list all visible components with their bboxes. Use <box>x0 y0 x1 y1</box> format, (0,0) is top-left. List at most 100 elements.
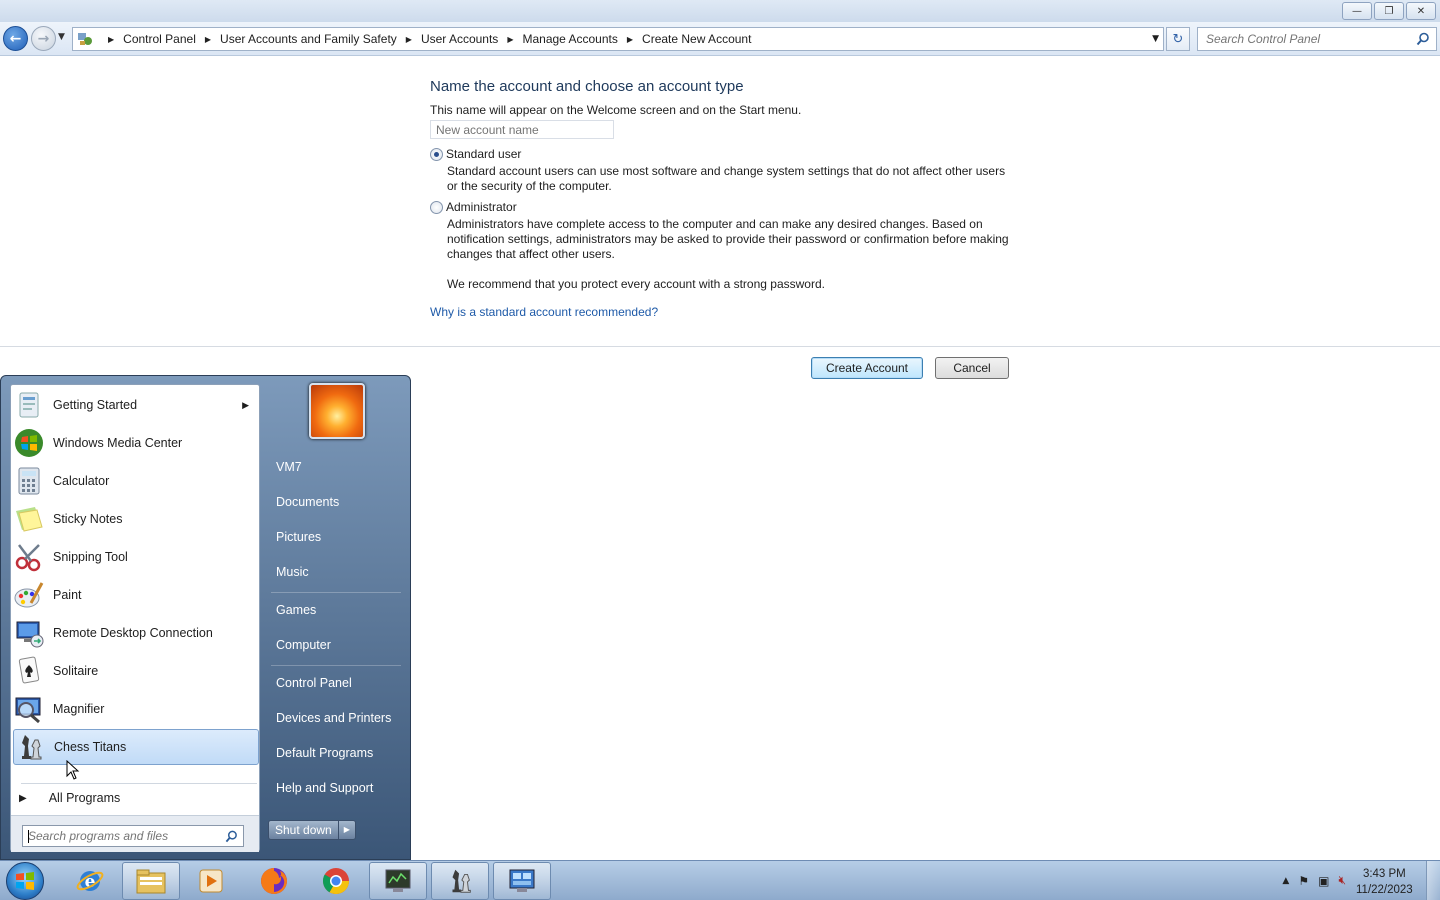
account-name-input[interactable] <box>430 120 614 139</box>
taskbar: e ▲ ⚑ ▣ 🔇︎ 3:43 PM 11/22/2023 <box>0 860 1440 900</box>
program-calculator[interactable]: Calculator <box>13 463 259 499</box>
program-getting-started[interactable]: Getting Started ▶ <box>13 387 259 423</box>
volume-muted-icon[interactable]: 🔇︎ <box>1338 873 1346 888</box>
program-snipping-tool[interactable]: Snipping Tool <box>13 539 259 575</box>
start-search-box[interactable] <box>22 825 244 847</box>
close-button[interactable]: ✕ <box>1406 2 1436 20</box>
taskbar-internet-explorer[interactable]: e <box>61 862 119 900</box>
breadcrumb-control-panel[interactable]: Control Panel <box>123 32 196 46</box>
places-music[interactable]: Music <box>276 565 309 579</box>
breadcrumb-create-new-account[interactable]: Create New Account <box>642 32 751 46</box>
program-paint[interactable]: Paint <box>13 577 259 613</box>
calculator-icon <box>18 467 40 495</box>
administrator-radio[interactable] <box>430 200 443 214</box>
breadcrumb-separator[interactable]: ▶ <box>406 35 412 44</box>
solitaire-icon <box>18 656 40 684</box>
minimize-button[interactable]: — <box>1342 2 1372 20</box>
folder-icon <box>136 869 166 894</box>
forward-button[interactable]: → <box>31 26 56 51</box>
breadcrumb-user-accounts[interactable]: User Accounts <box>421 32 498 46</box>
standard-user-label[interactable]: Standard user <box>446 147 521 161</box>
places-divider <box>271 665 401 666</box>
administrator-description: Administrators have complete access to t… <box>447 217 1009 261</box>
places-games[interactable]: Games <box>276 603 316 617</box>
submenu-arrow-icon[interactable]: ▶ <box>242 400 249 411</box>
places-control-panel[interactable]: Control Panel <box>276 676 352 690</box>
shutdown-options-arrow-icon[interactable]: ▶ <box>337 821 355 839</box>
create-account-button[interactable]: Create Account <box>811 357 923 379</box>
getting-started-icon <box>19 392 39 418</box>
program-sticky-notes[interactable]: Sticky Notes <box>13 501 259 537</box>
program-label: Paint <box>53 588 82 602</box>
breadcrumb-separator[interactable]: ▶ <box>205 35 211 44</box>
program-label: Snipping Tool <box>53 550 128 564</box>
window-controls: — ❐ ✕ <box>1342 2 1436 20</box>
taskbar-windows-explorer[interactable] <box>122 862 180 900</box>
standard-user-option[interactable]: Standard user <box>430 147 1030 161</box>
taskbar-control-panel[interactable] <box>493 862 551 900</box>
refresh-icon: ↻ <box>1172 31 1184 47</box>
program-windows-media-center[interactable]: Windows Media Center <box>13 425 259 461</box>
sticky-notes-icon <box>16 507 43 532</box>
back-arrow-icon: ← <box>9 30 22 47</box>
places-computer[interactable]: Computer <box>276 638 331 652</box>
program-solitaire[interactable]: Solitaire <box>13 653 259 689</box>
internet-explorer-icon: e <box>76 871 104 892</box>
shutdown-button[interactable]: Shut down <box>269 821 338 839</box>
places-devices-printers[interactable]: Devices and Printers <box>276 711 391 725</box>
taskbar-media-player[interactable] <box>182 862 240 900</box>
back-button[interactable]: ← <box>3 26 28 51</box>
system-clock[interactable]: 3:43 PM 11/22/2023 <box>1356 866 1413 898</box>
show-desktop-button[interactable] <box>1426 861 1440 900</box>
show-hidden-icons-arrow-icon[interactable]: ▲ <box>1282 876 1289 886</box>
control-panel-icon <box>509 869 535 892</box>
start-menu: Getting Started ▶ Windows Media Center C… <box>0 375 411 860</box>
recent-pages-dropdown[interactable]: ▼ <box>58 32 65 42</box>
search-icon[interactable] <box>1416 32 1430 46</box>
search-icon[interactable] <box>225 830 238 843</box>
program-remote-desktop[interactable]: Remote Desktop Connection <box>13 615 259 651</box>
taskbar-chess-titans[interactable] <box>431 862 489 900</box>
address-bar[interactable]: ▶ Control Panel ▶ User Accounts and Fami… <box>72 27 1164 51</box>
action-center-flag-icon[interactable]: ⚑ <box>1298 874 1309 888</box>
address-dropdown-icon[interactable]: ▼ <box>1152 34 1159 44</box>
search-input[interactable] <box>1206 32 1416 46</box>
search-box[interactable] <box>1197 27 1437 51</box>
breadcrumb-separator[interactable]: ▶ <box>627 35 633 44</box>
windows-logo-icon <box>16 872 34 890</box>
places-default-programs[interactable]: Default Programs <box>276 746 373 760</box>
start-menu-places-pane: VM7 Documents Pictures Music Games Compu… <box>261 376 411 861</box>
navigation-bar: ← → ▼ ▶ Control Panel ▶ User Accounts an… <box>0 22 1440 56</box>
cancel-button[interactable]: Cancel <box>935 357 1009 379</box>
program-chess-titans[interactable]: Chess Titans <box>13 729 259 765</box>
create-account-form: Name the account and choose an account t… <box>430 78 1030 319</box>
program-label: Getting Started <box>53 398 138 412</box>
administrator-option[interactable]: Administrator <box>430 200 1030 214</box>
administrator-label[interactable]: Administrator <box>446 200 517 214</box>
why-standard-link[interactable]: Why is a standard account recommended? <box>430 305 1030 319</box>
restore-button[interactable]: ❐ <box>1374 2 1404 20</box>
standard-user-radio[interactable] <box>430 147 443 161</box>
all-programs-button[interactable]: ▶ All Programs <box>19 791 120 805</box>
expand-arrow-icon: ▶ <box>19 792 27 804</box>
breadcrumb-separator[interactable]: ▶ <box>507 35 513 44</box>
taskbar-firefox[interactable] <box>245 862 303 900</box>
refresh-button[interactable]: ↻ <box>1166 27 1190 51</box>
places-help-support[interactable]: Help and Support <box>276 781 373 795</box>
places-documents[interactable]: Documents <box>276 495 339 509</box>
media-player-icon <box>199 869 223 893</box>
user-avatar[interactable] <box>309 383 365 439</box>
breadcrumb-manage-accounts[interactable]: Manage Accounts <box>522 32 617 46</box>
page-title: Name the account and choose an account t… <box>430 78 744 95</box>
program-label: Windows Media Center <box>53 436 183 450</box>
taskbar-chrome[interactable] <box>307 862 365 900</box>
breadcrumb-user-accounts-family-safety[interactable]: User Accounts and Family Safety <box>220 32 397 46</box>
program-magnifier[interactable]: Magnifier <box>13 691 259 727</box>
network-icon[interactable]: ▣ <box>1318 874 1329 888</box>
start-search-input[interactable] <box>28 829 218 843</box>
chess-icon <box>452 869 471 893</box>
taskbar-terminal[interactable] <box>369 862 427 900</box>
start-button[interactable] <box>6 862 44 900</box>
places-pictures[interactable]: Pictures <box>276 530 321 544</box>
places-user-folder[interactable]: VM7 <box>276 460 302 474</box>
